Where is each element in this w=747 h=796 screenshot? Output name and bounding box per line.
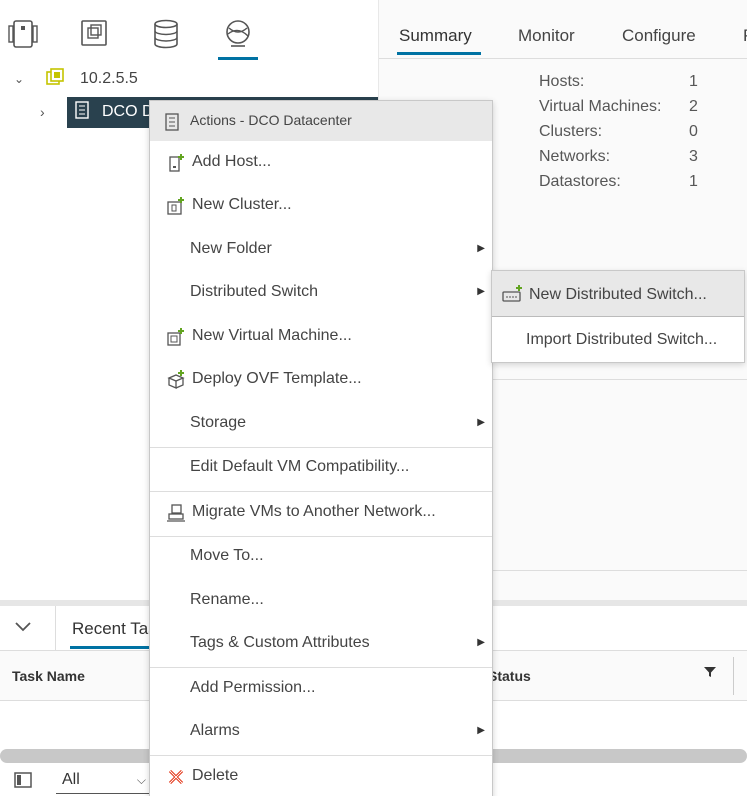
tree-node-datacenter-label: DCO D [102, 103, 154, 120]
submenu-arrow-icon: ▶ [477, 725, 485, 736]
column-header-status[interactable]: Status [488, 668, 531, 684]
submenu-arrow-icon: ▶ [477, 243, 485, 254]
distributed-switch-submenu: New Distributed Switch... Import Distrib… [491, 270, 745, 363]
stat-networks-label: Networks: [539, 148, 611, 165]
stat-datastores-label: Datastores: [539, 173, 621, 190]
column-header-task-name[interactable]: Task Name [12, 668, 85, 684]
menu-item-label: Delete [192, 767, 239, 784]
filter-icon[interactable] [704, 665, 716, 683]
menu-item-label: Deploy OVF Template... [192, 370, 362, 387]
collapse-panel-icon[interactable] [14, 620, 32, 638]
tab-summary[interactable]: Summary [399, 26, 472, 46]
active-nav-indicator [218, 57, 258, 60]
stat-hosts-value: 1 [689, 73, 698, 90]
hosts-clusters-icon[interactable] [8, 18, 38, 50]
menu-separator [150, 667, 492, 668]
add-host-icon [166, 153, 186, 173]
menu-item-migrate-vms[interactable]: Migrate VMs to Another Network... [150, 493, 492, 533]
menu-item-deploy-ovf-template[interactable]: Deploy OVF Template... [150, 360, 492, 400]
menu-item-label: New Cluster... [192, 196, 292, 213]
menu-item-add-permission[interactable]: Add Permission... [150, 669, 492, 709]
stat-vms-label: Virtual Machines: [539, 98, 662, 115]
chevron-down-icon: ⌵ [136, 773, 146, 787]
menu-item-new-virtual-machine[interactable]: New Virtual Machine... [150, 317, 492, 357]
menu-item-delete[interactable]: Delete [150, 757, 492, 796]
delete-icon [166, 767, 186, 787]
menu-item-storage[interactable]: Storage ▶ [150, 404, 492, 444]
menu-item-rename[interactable]: Rename... [150, 581, 492, 621]
menu-separator [150, 491, 492, 492]
new-cluster-icon [166, 196, 186, 216]
active-tab-indicator [397, 52, 481, 55]
context-menu-title: Actions - DCO Datacenter [190, 112, 352, 128]
tab-configure[interactable]: Configure [622, 26, 696, 46]
menu-item-distributed-switch[interactable]: Distributed Switch ▶ [150, 273, 492, 313]
stat-datastores-value: 1 [689, 173, 698, 190]
menu-item-new-cluster[interactable]: New Cluster... [150, 186, 492, 226]
migrate-vms-icon [166, 503, 186, 523]
column-separator[interactable] [733, 657, 734, 695]
submenu-item-label: Import Distributed Switch... [526, 331, 718, 348]
task-filter-select[interactable]: All ⌵ [56, 768, 152, 794]
submenu-arrow-icon: ▶ [477, 637, 485, 648]
menu-item-new-folder[interactable]: New Folder ▶ [150, 230, 492, 270]
menu-item-edit-vm-compatibility[interactable]: Edit Default VM Compatibility... [150, 448, 492, 488]
recent-tasks-tab-container: Recent Tasks [55, 606, 200, 650]
menu-separator [150, 755, 492, 756]
menu-item-label: Edit Default VM Compatibility... [190, 458, 410, 475]
tree-node-vcenter[interactable]: ⌄ 10.2.5.5 [14, 64, 138, 94]
menu-item-tags-custom-attributes[interactable]: Tags & Custom Attributes ▶ [150, 624, 492, 664]
menu-item-label: Distributed Switch [190, 283, 319, 300]
menu-item-label: Move To... [190, 547, 264, 564]
menu-item-label: Migrate VMs to Another Network... [192, 503, 436, 520]
menu-item-label: New Folder [190, 240, 272, 257]
menu-item-import-distributed-switch[interactable]: Import Distributed Switch... [492, 317, 744, 363]
actions-context-menu: Actions - DCO Datacenter Add Host... New… [149, 100, 493, 796]
menu-item-label: Add Permission... [190, 679, 316, 696]
deploy-ovf-icon [166, 370, 186, 390]
stat-clusters-value: 0 [689, 123, 698, 140]
vms-templates-icon[interactable] [79, 18, 109, 50]
tree-node-vcenter-label: 10.2.5.5 [80, 70, 138, 87]
datacenter-icon [74, 100, 102, 124]
menu-item-label: Alarms [190, 722, 240, 739]
stat-hosts-label: Hosts: [539, 73, 585, 90]
menu-item-label: Add Host... [192, 153, 272, 170]
menu-item-label: Storage [190, 414, 247, 431]
menu-item-new-distributed-switch[interactable]: New Distributed Switch... [492, 271, 744, 317]
networking-icon[interactable] [223, 18, 253, 50]
submenu-arrow-icon: ▶ [477, 286, 485, 297]
task-filter-value: All [62, 771, 80, 788]
stat-vms-value: 2 [689, 98, 698, 115]
chevron-right-icon[interactable]: › [40, 104, 66, 120]
submenu-arrow-icon: ▶ [477, 417, 485, 428]
menu-item-label: Rename... [190, 591, 264, 608]
datacenter-icon [164, 113, 180, 136]
menu-item-label: Tags & Custom Attributes [190, 634, 370, 651]
submenu-item-label: New Distributed Switch... [529, 286, 707, 303]
tabs-divider [379, 58, 747, 59]
tree-node-datacenter[interactable]: › DCO D [40, 97, 154, 127]
menu-item-add-host[interactable]: Add Host... [150, 143, 492, 183]
menu-item-move-to[interactable]: Move To... [150, 537, 492, 577]
vcenter-icon [46, 67, 80, 91]
stat-networks-value: 3 [689, 148, 698, 165]
stat-clusters-label: Clusters: [539, 123, 603, 140]
tab-permissions[interactable]: P [743, 26, 747, 46]
panel-toggle-icon[interactable] [14, 772, 32, 793]
menu-item-label: New Virtual Machine... [192, 327, 352, 344]
chevron-down-icon[interactable]: ⌄ [14, 72, 30, 86]
menu-item-alarms[interactable]: Alarms ▶ [150, 712, 492, 752]
storage-icon[interactable] [151, 18, 181, 50]
context-menu-header: Actions - DCO Datacenter [150, 101, 492, 141]
new-vm-icon [166, 327, 186, 347]
new-distributed-switch-icon [502, 284, 524, 309]
tab-monitor[interactable]: Monitor [518, 26, 575, 46]
